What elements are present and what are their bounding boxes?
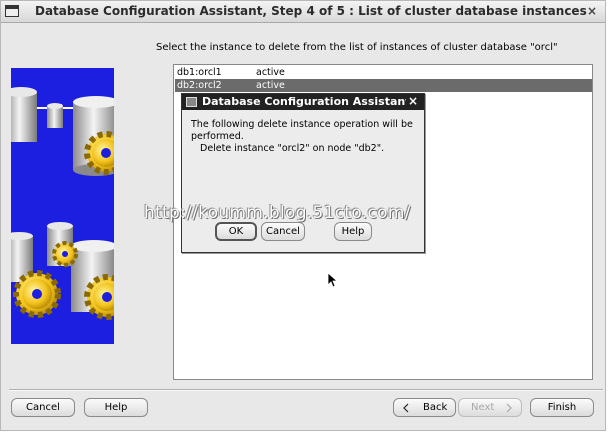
gear-icon [13,270,61,318]
instruction-text: Select the instance to delete from the l… [156,42,558,53]
instance-status: active [256,67,285,78]
window-icon [186,97,197,107]
ok-button[interactable]: OK [215,222,257,241]
dialog-titlebar[interactable]: Database Configuration Assistant × [182,94,424,110]
finish-button[interactable]: Finish [530,398,594,417]
database-gears-graphic [11,87,114,320]
database-cylinder-icon [47,103,63,128]
dialog-title: Database Configuration Assistant [202,95,406,108]
gear-icon [52,241,78,267]
cancel-button[interactable]: Cancel [11,398,75,417]
instance-name: db1:orcl1 [177,67,222,78]
dialog-message-line: The following delete instance operation … [191,119,413,130]
gear-icon [84,274,114,320]
close-icon[interactable]: × [587,4,597,18]
window-titlebar[interactable]: Database Configuration Assistant, Step 4… [1,1,605,23]
window-icon [5,5,19,17]
back-button[interactable]: Back [393,398,456,417]
mouse-cursor-icon [327,272,337,288]
watermark-text: http://koumm.blog.51cto.com/ [144,203,411,223]
cancel-button[interactable]: Cancel [261,222,305,241]
footer-divider [9,389,603,391]
database-cylinder-icon [11,87,37,142]
back-arrow-icon [403,403,409,413]
dbca-window: Database Configuration Assistant, Step 4… [0,0,606,431]
gear-icon [84,131,114,175]
help-button[interactable]: Help [334,222,372,241]
instance-name: db2:orcl2 [177,80,222,91]
instance-row-orcl2[interactable]: db2:orcl2 active [175,79,592,92]
help-button[interactable]: Help [84,398,148,417]
window-title: Database Configuration Assistant, Step 4… [35,4,587,18]
instance-row-orcl1[interactable]: db1:orcl1 active [175,66,592,79]
wizard-illustration [11,68,114,344]
dialog-message-line: Delete instance "orcl2" on node "db2". [200,143,385,154]
dialog-message-line: performed. [191,131,244,142]
instance-status: active [256,80,285,91]
confirmation-dialog: Database Configuration Assistant × The f… [181,93,425,253]
back-button-label: Back [423,402,448,413]
next-button-label: Next [471,402,495,413]
close-icon[interactable]: × [408,94,418,108]
next-button[interactable]: Next [458,398,522,417]
next-arrow-icon [506,403,512,413]
